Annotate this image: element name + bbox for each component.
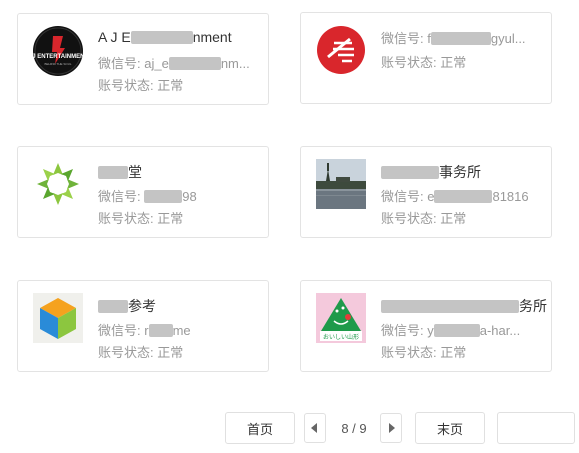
account-card[interactable]: 参考 微信号: r me 账号状态: 正常 xyxy=(17,280,269,372)
account-card[interactable]: 堂 微信号: 98 账号状态: 正常 xyxy=(17,146,269,238)
svg-text:おいしい山形: おいしい山形 xyxy=(323,333,359,341)
redacted-block xyxy=(168,57,221,70)
account-status: 账号状态: 正常 xyxy=(381,345,467,360)
wechat-id: 微信号: 98 xyxy=(98,189,197,204)
account-name: 事务所 xyxy=(381,162,481,182)
account-list-page: AJ ENTERTAINMENT BEHIND THE SOUL A J Enm… xyxy=(0,0,579,453)
svg-text:BEHIND THE SOUL: BEHIND THE SOUL xyxy=(44,62,71,66)
wechat-id: 微信号: y a-har... xyxy=(381,323,521,338)
redacted-block xyxy=(130,31,193,44)
wechat-id: 微信号: aj_e nm... xyxy=(98,56,250,71)
account-name: 堂 xyxy=(98,162,142,182)
redacted-block xyxy=(98,300,128,313)
redacted-block xyxy=(144,190,183,203)
account-status: 账号状态: 正常 xyxy=(98,211,184,226)
svg-text:AJ ENTERTAINMENT: AJ ENTERTAINMENT xyxy=(33,54,83,60)
lake-landscape-photo-icon xyxy=(316,159,366,209)
account-name: 参考 xyxy=(98,296,156,316)
redacted-block xyxy=(430,32,491,45)
redacted-block xyxy=(381,300,519,313)
green-mountain-logo-icon: おいしい山形 xyxy=(316,293,366,343)
account-status: 账号状态: 正常 xyxy=(381,55,467,70)
chevron-left-icon xyxy=(311,423,317,433)
account-card[interactable]: 微信号: f gyul... 账号状态: 正常 xyxy=(300,12,552,104)
colorful-cube-logo-icon xyxy=(33,293,83,343)
last-page-button[interactable]: 末页 xyxy=(415,412,485,444)
wechat-id: 微信号: f gyul... xyxy=(381,31,526,46)
green-star-logo-icon xyxy=(33,159,83,209)
aj-entertainment-logo-icon: AJ ENTERTAINMENT BEHIND THE SOUL xyxy=(33,26,83,76)
first-page-button[interactable]: 首页 xyxy=(225,412,295,444)
account-card[interactable]: おいしい山形 务所 微信号: y a-har... 账号状态: 正常 xyxy=(300,280,552,372)
redacted-block xyxy=(433,324,480,337)
redacted-block xyxy=(98,166,128,179)
account-card[interactable]: 事务所 微信号: e 81816 账号状态: 正常 xyxy=(300,146,552,238)
page-jump-input[interactable] xyxy=(497,412,575,444)
prev-page-button[interactable] xyxy=(304,413,326,443)
account-status: 账号状态: 正常 xyxy=(381,211,467,226)
wechat-id: 微信号: r me xyxy=(98,323,191,338)
redacted-block xyxy=(434,190,493,203)
page-indicator: 8 / 9 xyxy=(341,420,367,436)
next-page-button[interactable] xyxy=(380,413,402,443)
account-card[interactable]: AJ ENTERTAINMENT BEHIND THE SOUL A J Enm… xyxy=(17,13,269,105)
account-status: 账号状态: 正常 xyxy=(98,78,184,93)
redacted-block xyxy=(381,166,439,179)
account-status: 账号状态: 正常 xyxy=(98,345,184,360)
wechat-id: 微信号: e 81816 xyxy=(381,189,529,204)
account-name: A J Enment xyxy=(98,29,232,45)
chevron-right-icon xyxy=(389,423,395,433)
redacted-block xyxy=(148,324,173,337)
account-name: 务所 xyxy=(381,296,547,316)
red-circle-logo-icon xyxy=(316,25,366,75)
